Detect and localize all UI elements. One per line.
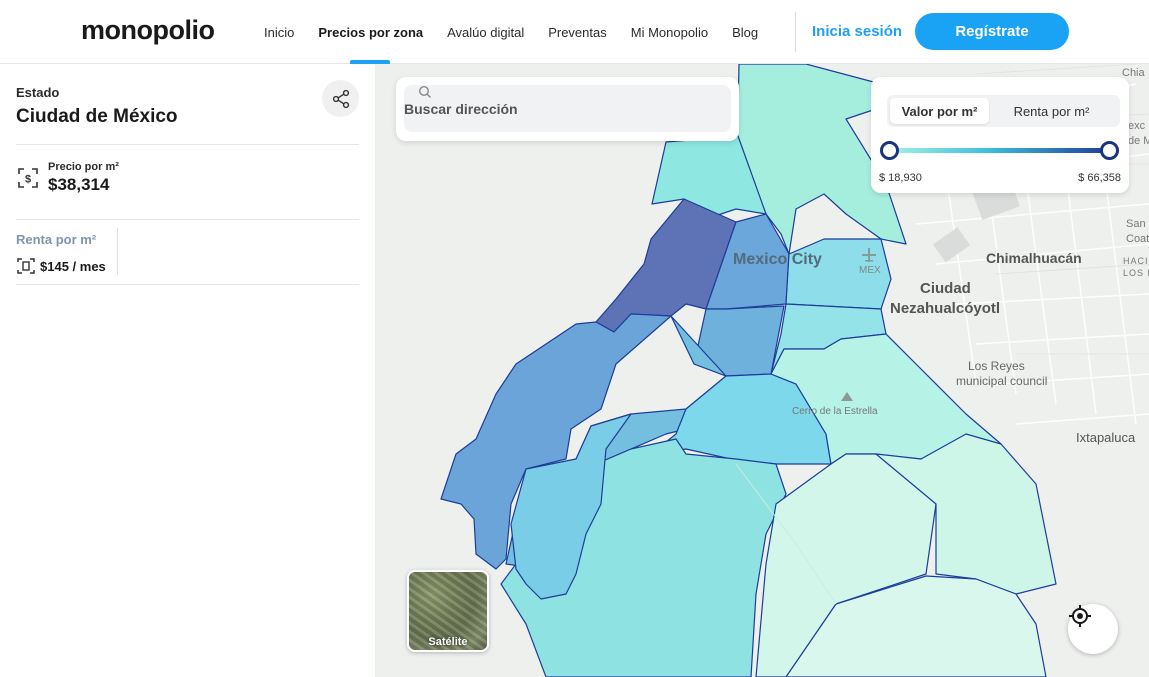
price-per-m2-label: Precio por m² [48,161,119,173]
register-button[interactable]: Regístrate [915,13,1069,50]
nav-avaluo-digital[interactable]: Avalúo digital [447,0,524,64]
state-label: Estado [16,85,60,100]
rent-per-m2-value: $145 / mes [40,259,106,274]
range-max-value: $ 66,358 [1078,172,1121,184]
map-label-nezahualcoyotl: Nezahualcóyotl [890,300,1001,317]
map-label-los-re: LOS RE [1123,268,1149,278]
divider [117,228,118,275]
toggle-valor-por-m2[interactable]: Valor por m² [890,98,989,124]
range-min-handle[interactable] [880,141,899,160]
nav-divider [795,12,796,52]
state-name: Ciudad de México [16,106,178,127]
map-label-hacien: HACIEN [1123,256,1149,266]
divider [16,219,359,220]
share-icon [332,89,349,108]
nav-blog[interactable]: Blog [732,0,758,64]
map-label-ixtapaluca: Ixtapaluca [1076,430,1136,445]
monopolio-logo[interactable]: monopolio [81,15,215,46]
nav-preventas[interactable]: Preventas [548,0,607,64]
divider [16,144,359,145]
login-link[interactable]: Inicia sesión [812,23,902,40]
map-label-municipal-council: municipal council [956,374,1048,388]
range-min-value: $ 18,930 [879,172,922,184]
map-label-exc: exc [1128,120,1146,132]
crosshair-icon [1069,605,1091,627]
price-per-m2-value: $38,314 [48,175,110,194]
map-label-chimalhuacan: Chimalhuacán [986,250,1082,266]
search-box[interactable] [404,85,731,132]
map-label-coat: Coat [1126,233,1149,245]
toggle-renta-por-m2[interactable]: Renta por m² [989,98,1114,124]
map-label-ciudad: Ciudad [920,280,971,297]
price-per-m2-icon: $ [18,168,38,188]
map-label-san: San [1126,218,1146,230]
svg-text:$: $ [25,174,31,186]
map-label-chia: Chia [1122,67,1145,79]
satellite-toggle-button[interactable]: Satélite [407,570,489,652]
my-location-button[interactable] [1068,604,1118,654]
map-label-mex: MEX [859,265,881,276]
zone-price-map[interactable]: Mexico City MEX Chimalhuacán Ciudad Neza… [376,64,1149,677]
map-label-cerro-estrella: Cerro de la Estrella [792,406,878,417]
share-button[interactable] [322,80,359,117]
zone-info-sidebar: Estado Ciudad de México $ Precio por m² … [0,64,376,677]
nav-inicio[interactable]: Inicio [264,0,294,64]
metric-toggle: Valor por m² Renta por m² [887,95,1120,127]
range-max-handle[interactable] [1100,141,1119,160]
nav-precios-por-zona[interactable]: Precios por zona [318,0,423,64]
map-label-los-reyes: Los Reyes [968,359,1025,373]
search-icon [418,85,431,98]
map-label-de-m: de M [1128,135,1149,147]
rent-icon [17,258,35,274]
main-nav: Inicio Precios por zona Avalúo digital P… [264,0,782,64]
price-range-track[interactable] [889,148,1109,153]
map-label-mexico-city: Mexico City [733,251,822,268]
search-input[interactable] [404,100,684,117]
address-search-card [396,77,739,141]
rent-per-m2-label: Renta por m² [16,232,97,247]
satellite-label: Satélite [428,636,468,648]
nav-mi-monopolio[interactable]: Mi Monopolio [631,0,708,64]
price-filter-card: Valor por m² Renta por m² $ 18,930 $ 66,… [871,77,1129,193]
divider [16,284,359,285]
top-navbar: monopolio Inicio Precios por zona Avalúo… [0,0,1149,64]
